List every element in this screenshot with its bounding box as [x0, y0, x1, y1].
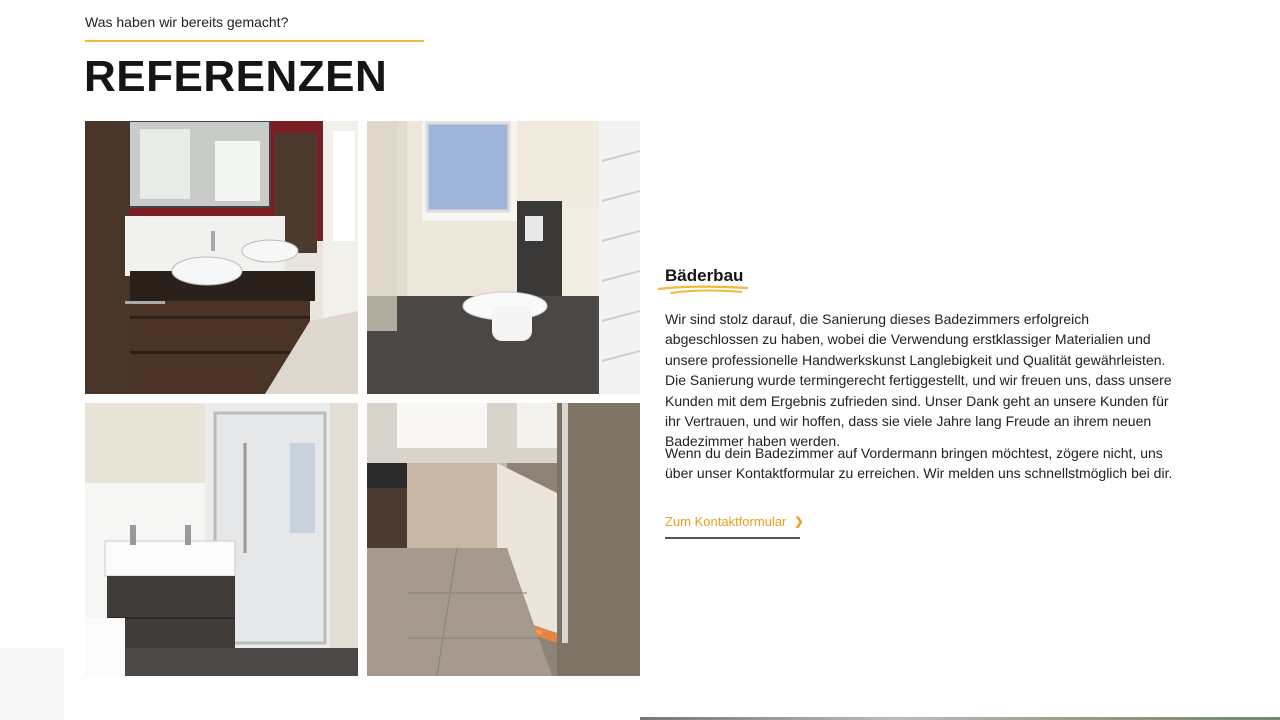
gallery-image-led-partition[interactable] [367, 403, 640, 676]
gallery-image-toilet[interactable] [367, 121, 640, 394]
contact-invitation-paragraph: Wenn du dein Badezimmer auf Vordermann b… [665, 445, 1173, 482]
section-heading: Bäderbau [665, 266, 744, 285]
reference-gallery [85, 121, 640, 676]
cta-underline [665, 537, 800, 539]
chevron-right-icon: ❯ [794, 516, 804, 528]
corner-overlay [0, 648, 64, 720]
gallery-image-vanity[interactable] [85, 121, 358, 394]
description-paragraph: Wir sind stolz darauf, die Sanierung die… [665, 311, 1172, 450]
gallery-image-shower[interactable] [85, 403, 358, 676]
eyebrow-divider [85, 40, 424, 42]
heading-brush-underline [657, 285, 749, 294]
section-eyebrow: Was haben wir bereits gemacht? [85, 14, 289, 30]
contact-form-link[interactable]: Zum Kontaktformular ❯ [665, 514, 804, 529]
contact-form-link-label: Zum Kontaktformular [665, 514, 787, 529]
page-title: REFERENZEN [84, 52, 388, 101]
